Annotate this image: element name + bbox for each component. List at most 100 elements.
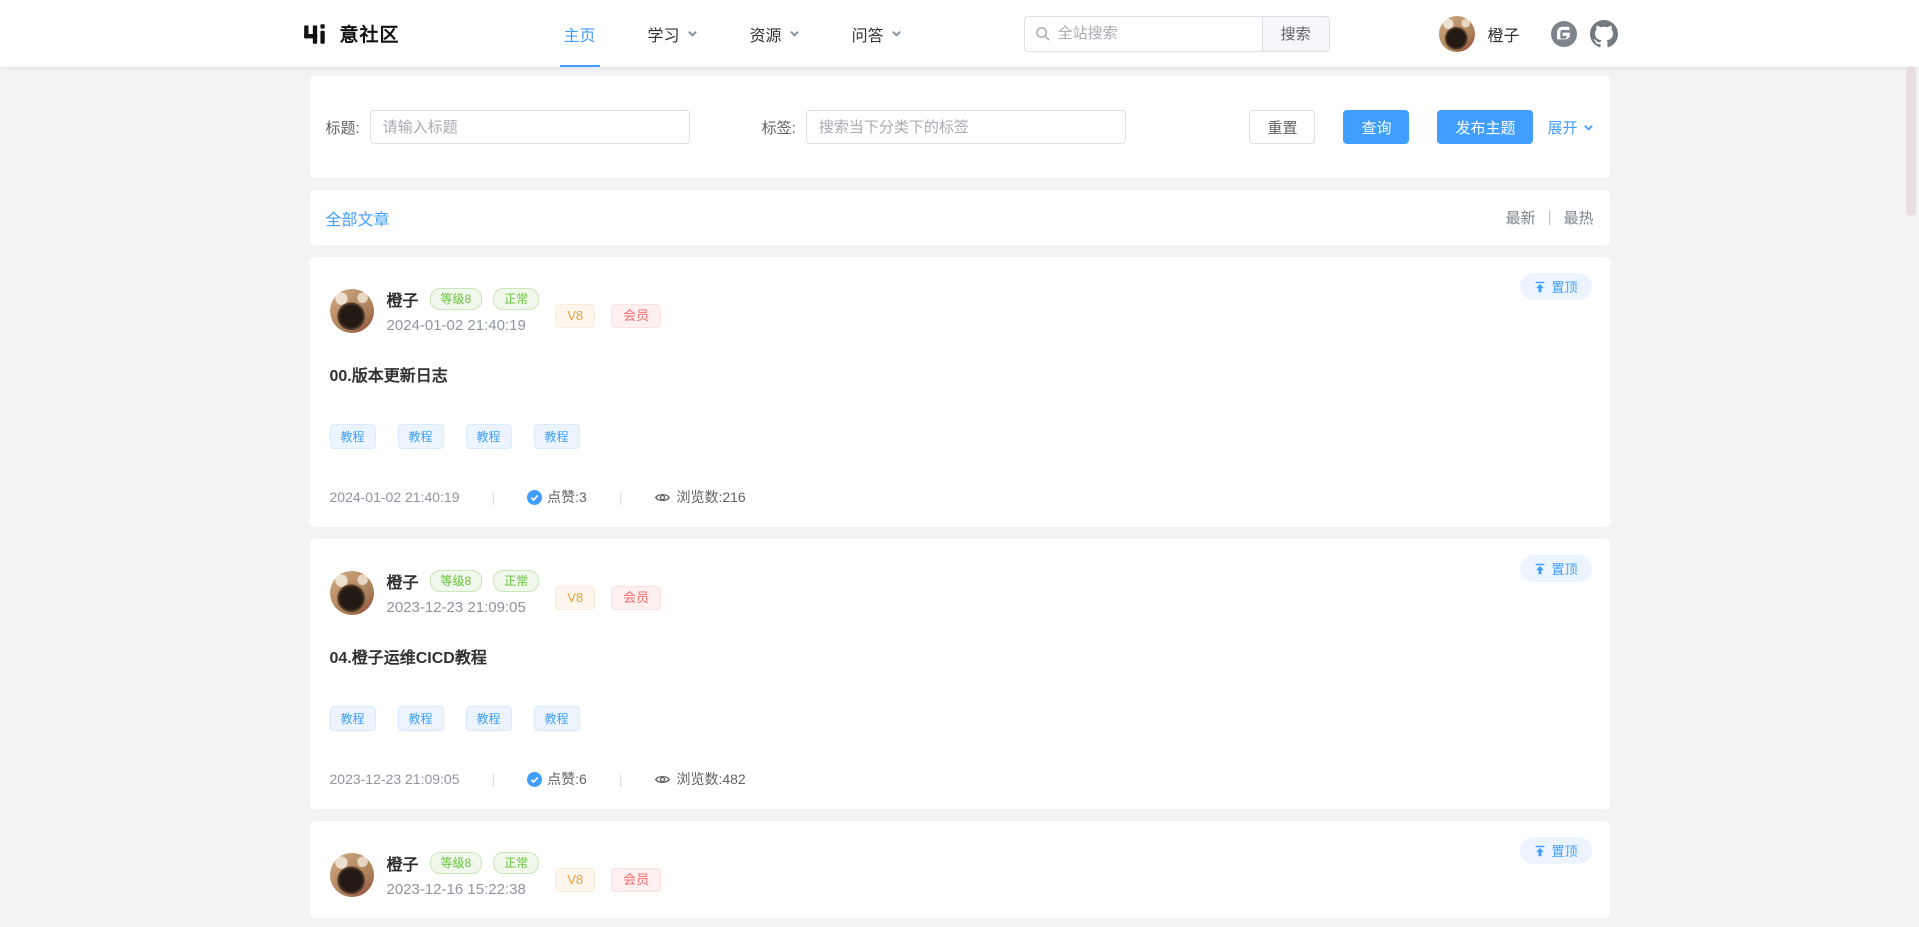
tag-filter-input[interactable] <box>806 110 1126 144</box>
pin-button[interactable]: 置顶 <box>1520 273 1591 300</box>
stat-divider: | <box>619 771 623 787</box>
post-time: 2023-12-16 15:22:38 <box>387 881 540 898</box>
search-button[interactable]: 搜索 <box>1262 16 1330 52</box>
level-badge: 等级8 <box>430 288 483 310</box>
post-title[interactable]: 04.橙子运维CICD教程 <box>330 644 1590 668</box>
pin-label: 置顶 <box>1551 841 1577 860</box>
chevron-down-icon <box>1583 122 1594 133</box>
level-badge: 等级8 <box>430 570 483 592</box>
nav-item-qa[interactable]: 问答 <box>826 0 928 67</box>
views-text: 浏览数:482 <box>676 769 745 789</box>
pin-label: 置顶 <box>1551 559 1577 578</box>
pin-top-icon <box>1534 563 1546 575</box>
member-badge: 会员 <box>611 868 661 892</box>
post-tag[interactable]: 教程 <box>534 706 580 731</box>
post-author-row: 橙子 等级8 正常 2023-12-16 15:22:38 V8 会员 <box>330 851 1590 898</box>
github-icon[interactable] <box>1590 20 1618 48</box>
author-name[interactable]: 橙子 <box>387 851 419 875</box>
tag-filter-label: 标签: <box>762 117 796 138</box>
post-tag[interactable]: 教程 <box>466 706 512 731</box>
author-name[interactable]: 橙子 <box>387 569 419 593</box>
query-button[interactable]: 查询 <box>1343 110 1409 144</box>
post-tag[interactable]: 教程 <box>330 706 376 731</box>
pin-button[interactable]: 置顶 <box>1520 837 1591 864</box>
member-badge: 会员 <box>611 586 661 610</box>
main-content: 标题: 标签: 重置 查询 发布主题 展开 全部文章 最新 | 最热 <box>310 67 1610 918</box>
author-avatar[interactable] <box>330 853 374 897</box>
likes-stat: 点赞:6 <box>527 769 587 789</box>
post-title[interactable]: 00.版本更新日志 <box>330 362 1590 386</box>
reset-button[interactable]: 重置 <box>1249 110 1315 144</box>
main-nav: 主页 学习 资源 问答 <box>538 0 928 67</box>
nav-item-label: 主页 <box>564 22 596 46</box>
stat-divider: | <box>492 489 496 505</box>
post-tag[interactable]: 教程 <box>466 424 512 449</box>
sort-divider: | <box>1548 209 1552 226</box>
sort-newest[interactable]: 最新 <box>1506 207 1536 228</box>
post-tag[interactable]: 教程 <box>330 424 376 449</box>
post-tags: 教程 教程 教程 教程 <box>330 424 1590 449</box>
page-scrollbar[interactable] <box>1906 66 1916 216</box>
nav-item-resources[interactable]: 资源 <box>724 0 826 67</box>
vip-badge: V8 <box>555 586 595 610</box>
user-name[interactable]: 橙子 <box>1487 22 1519 46</box>
search-box[interactable] <box>1024 16 1262 52</box>
author-avatar[interactable] <box>330 571 374 615</box>
top-header: 意社区 主页 学习 资源 问答 <box>0 0 1919 67</box>
post-stats: 2024-01-02 21:40:19 | 点赞:3 | 浏览数:216 <box>330 487 1590 507</box>
author-name[interactable]: 橙子 <box>387 287 419 311</box>
gitee-icon[interactable] <box>1550 20 1578 48</box>
post-card: 置顶 橙子 等级8 正常 2023-12-23 21:09:05 V8 会员 0… <box>310 539 1610 809</box>
user-avatar[interactable] <box>1439 16 1475 52</box>
nav-item-home[interactable]: 主页 <box>538 0 622 67</box>
status-badge: 正常 <box>493 570 539 592</box>
views-text: 浏览数:216 <box>676 487 745 507</box>
brand-title: 意社区 <box>340 20 400 47</box>
post-card: 置顶 橙子 等级8 正常 2024-01-02 21:40:19 V8 会员 0… <box>310 257 1610 527</box>
post-tag[interactable]: 教程 <box>398 706 444 731</box>
search-icon <box>1035 26 1050 41</box>
publish-topic-button[interactable]: 发布主题 <box>1437 110 1533 144</box>
post-card: 置顶 橙子 等级8 正常 2023-12-16 15:22:38 V8 会员 <box>310 821 1610 918</box>
brand-logo-icon <box>302 21 328 47</box>
pin-label: 置顶 <box>1551 277 1577 296</box>
likes-text: 点赞:6 <box>547 769 587 789</box>
post-stats: 2023-12-23 21:09:05 | 点赞:6 | 浏览数:482 <box>330 769 1590 789</box>
level-badge: 等级8 <box>430 852 483 874</box>
nav-item-label: 问答 <box>852 22 884 46</box>
post-author-row: 橙子 等级8 正常 2023-12-23 21:09:05 V8 会员 <box>330 569 1590 616</box>
title-filter-input[interactable] <box>370 110 690 144</box>
list-header: 全部文章 最新 | 最热 <box>310 190 1610 245</box>
user-area: 橙子 <box>1439 16 1617 52</box>
author-avatar[interactable] <box>330 289 374 333</box>
all-articles-tab[interactable]: 全部文章 <box>326 206 390 230</box>
post-tag[interactable]: 教程 <box>398 424 444 449</box>
nav-item-learn[interactable]: 学习 <box>622 0 724 67</box>
sort-hottest[interactable]: 最热 <box>1563 207 1593 228</box>
status-badge: 正常 <box>493 852 539 874</box>
pin-top-icon <box>1534 281 1546 293</box>
post-tags: 教程 教程 教程 教程 <box>330 706 1590 731</box>
post-time: 2023-12-23 21:09:05 <box>387 599 540 616</box>
stat-divider: | <box>619 489 623 505</box>
expand-toggle[interactable]: 展开 <box>1547 117 1593 138</box>
filter-panel: 标题: 标签: 重置 查询 发布主题 展开 <box>310 76 1610 178</box>
pin-button[interactable]: 置顶 <box>1520 555 1591 582</box>
post-time: 2024-01-02 21:40:19 <box>387 317 540 334</box>
stat-time: 2023-12-23 21:09:05 <box>330 771 460 787</box>
eye-icon <box>654 771 671 788</box>
views-stat: 浏览数:216 <box>654 487 745 507</box>
post-author-row: 橙子 等级8 正常 2024-01-02 21:40:19 V8 会员 <box>330 287 1590 334</box>
vip-badge: V8 <box>555 868 595 892</box>
likes-stat: 点赞:3 <box>527 487 587 507</box>
like-check-icon <box>527 490 542 505</box>
sort-options: 最新 | 最热 <box>1506 207 1594 228</box>
brand[interactable]: 意社区 <box>302 20 400 47</box>
chevron-down-icon <box>789 28 800 39</box>
search-input[interactable] <box>1058 25 1252 42</box>
nav-item-label: 资源 <box>750 22 782 46</box>
status-badge: 正常 <box>493 288 539 310</box>
chevron-down-icon <box>687 28 698 39</box>
post-tag[interactable]: 教程 <box>534 424 580 449</box>
pin-top-icon <box>1534 845 1546 857</box>
